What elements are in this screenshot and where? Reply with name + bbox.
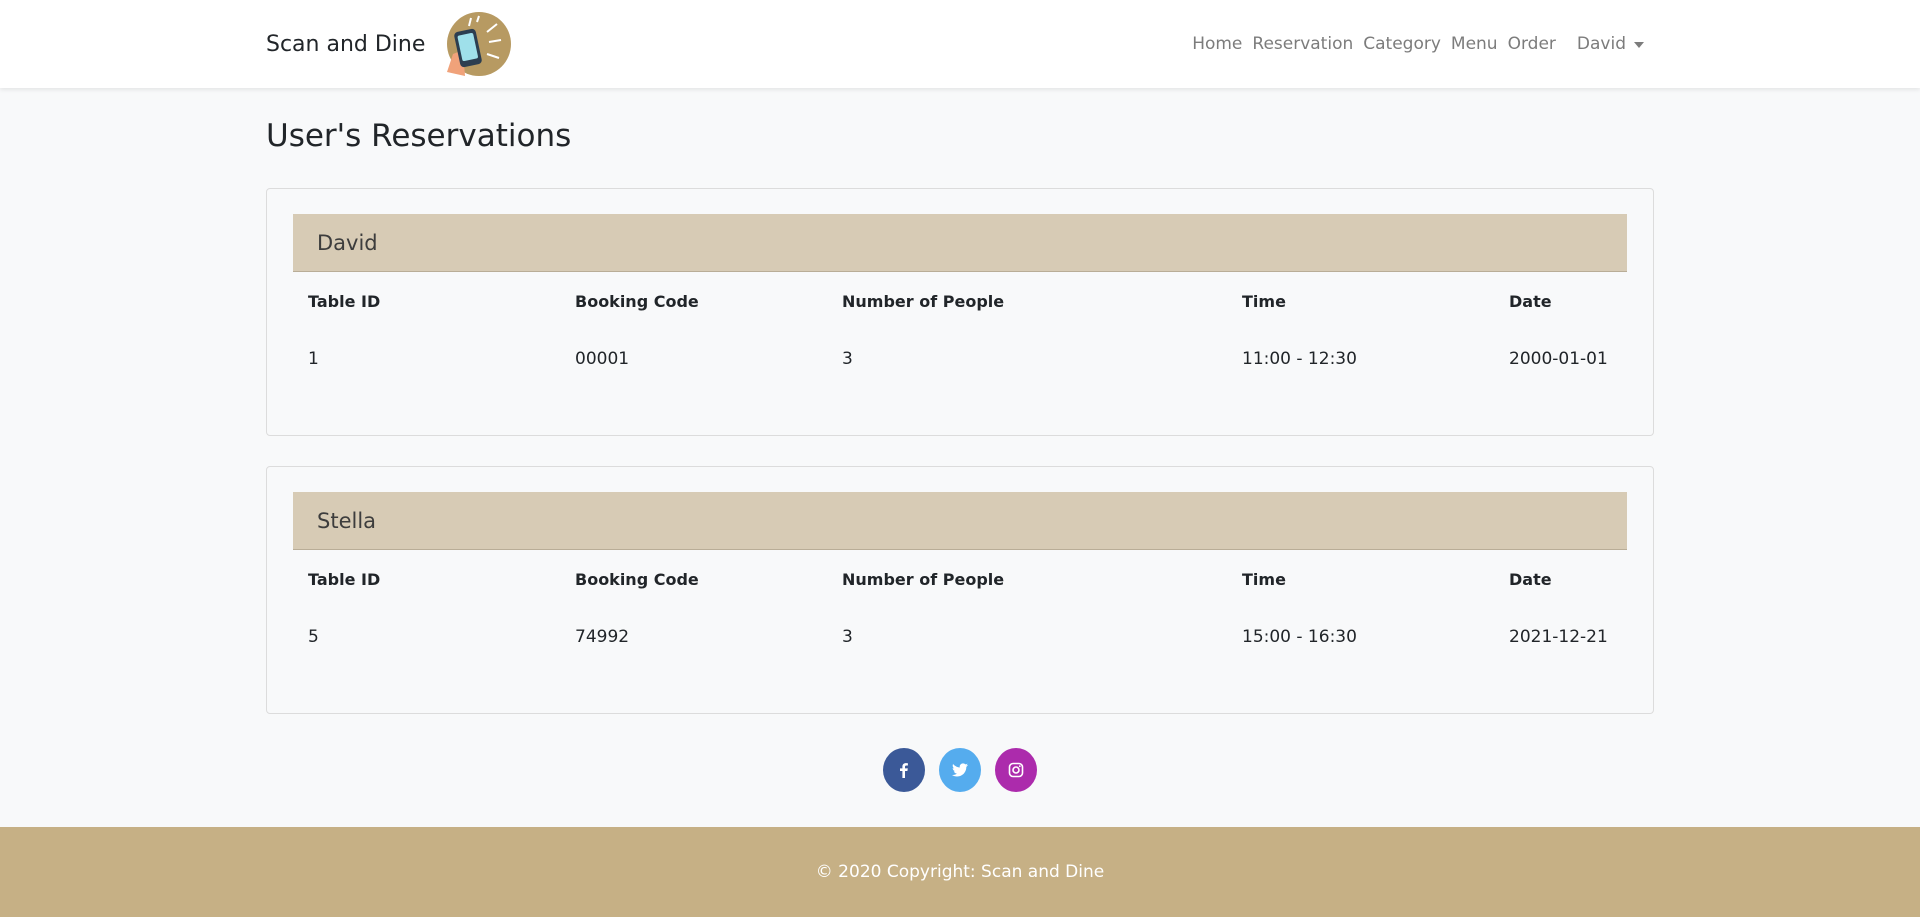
navbar: Scan and Dine Home Reservation Category … bbox=[0, 0, 1920, 88]
twitter-icon bbox=[952, 763, 968, 777]
twitter-button[interactable] bbox=[939, 748, 981, 792]
header-time: Time bbox=[1242, 291, 1286, 311]
facebook-icon bbox=[900, 763, 908, 778]
page-title: User's Reservations bbox=[266, 118, 572, 154]
reservation-card: David Table ID Booking Code Number of Pe… bbox=[266, 188, 1654, 436]
cell-table-id: 5 bbox=[308, 627, 319, 647]
nav-links: Home Reservation Category Menu Order Dav… bbox=[1187, 0, 1920, 88]
facebook-button[interactable] bbox=[883, 748, 925, 792]
caret-down-icon bbox=[1634, 42, 1644, 48]
cell-date: 2021-12-21 bbox=[1509, 627, 1608, 647]
brand-name: Scan and Dine bbox=[266, 31, 426, 57]
reservation-table: Table ID Booking Code Number of People T… bbox=[293, 272, 1627, 388]
cell-booking-code: 74992 bbox=[575, 627, 630, 647]
header-number-of-people: Number of People bbox=[842, 291, 1005, 311]
cell-table-id: 1 bbox=[308, 349, 319, 369]
cell-time: 11:00 - 12:30 bbox=[1242, 349, 1357, 369]
brand-link[interactable]: Scan and Dine bbox=[266, 0, 512, 88]
table-header-row: Table ID Booking Code Number of People T… bbox=[293, 550, 1627, 608]
footer-copyright: © 2020 Copyright: Scan and Dine bbox=[815, 862, 1105, 882]
cell-time: 15:00 - 16:30 bbox=[1242, 627, 1357, 647]
instagram-icon bbox=[1008, 762, 1024, 778]
header-time: Time bbox=[1242, 569, 1286, 589]
footer: © 2020 Copyright: Scan and Dine bbox=[0, 827, 1920, 917]
nav-link-home[interactable]: Home bbox=[1187, 34, 1247, 54]
header-table-id: Table ID bbox=[308, 569, 381, 589]
header-booking-code: Booking Code bbox=[575, 291, 699, 311]
phone-hand-icon bbox=[447, 12, 512, 76]
nav-link-order[interactable]: Order bbox=[1503, 34, 1561, 54]
header-number-of-people: Number of People bbox=[842, 569, 1005, 589]
table-row: 1 00001 3 11:00 - 12:30 2000-01-01 bbox=[293, 330, 1627, 388]
user-name: David bbox=[1576, 34, 1626, 54]
header-booking-code: Booking Code bbox=[575, 569, 699, 589]
cell-number-of-people: 3 bbox=[842, 349, 853, 369]
table-row: 5 74992 3 15:00 - 16:30 2021-12-21 bbox=[293, 608, 1627, 666]
cell-date: 2000-01-01 bbox=[1509, 349, 1608, 369]
nav-link-reservation[interactable]: Reservation bbox=[1247, 34, 1358, 54]
cell-number-of-people: 3 bbox=[842, 627, 853, 647]
header-date: Date bbox=[1509, 291, 1552, 311]
user-dropdown[interactable]: David bbox=[1577, 34, 1644, 54]
reservation-table: Table ID Booking Code Number of People T… bbox=[293, 550, 1627, 666]
header-table-id: Table ID bbox=[308, 291, 381, 311]
instagram-button[interactable] bbox=[995, 748, 1037, 792]
social-links bbox=[0, 748, 1920, 792]
nav-link-menu[interactable]: Menu bbox=[1446, 34, 1503, 54]
header-date: Date bbox=[1509, 569, 1552, 589]
reservation-user-name: David bbox=[293, 214, 1627, 272]
nav-link-category[interactable]: Category bbox=[1358, 34, 1446, 54]
reservation-user-name: Stella bbox=[293, 492, 1627, 550]
reservation-card: Stella Table ID Booking Code Number of P… bbox=[266, 466, 1654, 714]
table-header-row: Table ID Booking Code Number of People T… bbox=[293, 272, 1627, 330]
cell-booking-code: 00001 bbox=[575, 349, 630, 369]
